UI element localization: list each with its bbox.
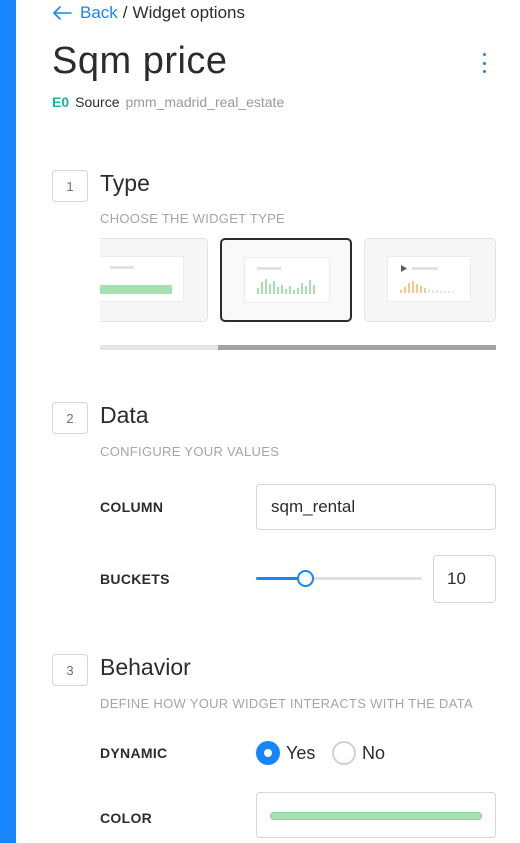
breadcrumb: Back / Widget options	[52, 2, 245, 24]
buckets-label: BUCKETS	[100, 571, 170, 587]
time-series-preview-icon	[387, 256, 471, 302]
section-title-behavior: Behavior	[100, 654, 191, 680]
section-title-type: Type	[100, 170, 150, 196]
dynamic-yes-radio[interactable]: Yes	[256, 741, 315, 765]
buckets-slider-handle[interactable]	[297, 570, 314, 587]
dynamic-yes-label: Yes	[286, 742, 316, 763]
arrow-left-icon	[53, 6, 72, 20]
category-preview-icon	[100, 256, 184, 302]
color-picker[interactable]	[256, 792, 496, 838]
back-label: Back	[80, 3, 118, 22]
breadcrumb-separator: /	[122, 3, 128, 22]
back-link[interactable]: Back	[52, 3, 118, 23]
source-line: E0 Source pmm_madrid_real_estate	[52, 94, 284, 110]
histogram-preview-icon	[244, 257, 330, 303]
kebab-menu-icon[interactable]	[478, 51, 490, 75]
dynamic-no-label: No	[362, 742, 386, 763]
source-name: pmm_madrid_real_estate	[125, 94, 285, 110]
type-cards-scrollbar[interactable]	[100, 345, 496, 350]
section-number-data: 2	[52, 402, 88, 434]
left-accent-bar	[0, 0, 16, 843]
radio-unchecked-icon	[332, 741, 356, 765]
column-select[interactable]: sqm_rental	[256, 484, 496, 530]
source-id-badge: E0	[52, 94, 70, 110]
source-label: Source	[75, 94, 120, 110]
breadcrumb-current: Widget options	[132, 3, 245, 22]
section-number-type: 1	[52, 170, 88, 202]
widget-type-card-histogram[interactable]	[220, 238, 352, 322]
dynamic-no-radio[interactable]: No	[332, 741, 385, 765]
color-swatch	[270, 812, 482, 820]
widget-type-card-category[interactable]	[100, 238, 208, 322]
column-label: COLUMN	[100, 499, 164, 515]
section-subtitle-data: CONFIGURE YOUR VALUES	[100, 444, 280, 459]
section-number-behavior: 3	[52, 654, 88, 686]
section-subtitle-behavior: DEFINE HOW YOUR WIDGET INTERACTS WITH TH…	[100, 696, 473, 711]
type-cards-scrollbar-thumb[interactable]	[218, 345, 496, 350]
section-title-data: Data	[100, 402, 149, 428]
dynamic-label: DYNAMIC	[100, 745, 168, 761]
buckets-input[interactable]: 10	[433, 555, 496, 603]
widget-type-card-time-series[interactable]	[364, 238, 496, 322]
section-subtitle-type: CHOOSE THE WIDGET TYPE	[100, 211, 286, 226]
page-title: Sqm price	[52, 40, 228, 82]
radio-checked-icon	[256, 741, 280, 765]
color-label: COLOR	[100, 810, 153, 826]
